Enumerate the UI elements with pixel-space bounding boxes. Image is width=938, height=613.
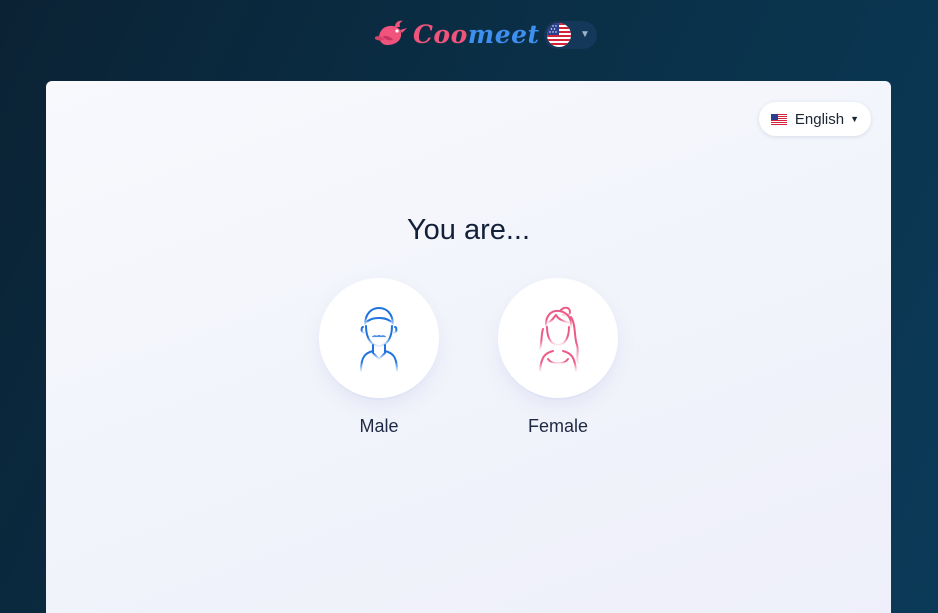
female-avatar-button[interactable] — [498, 278, 618, 398]
brand-name-part1: Coo — [413, 19, 468, 49]
brand-name-part2: meet — [467, 19, 540, 49]
male-option[interactable]: Male — [318, 278, 440, 437]
male-avatar-icon — [360, 307, 398, 372]
page-title: You are... — [406, 214, 531, 246]
bird-logo-icon — [375, 20, 407, 45]
female-label: Female — [527, 416, 589, 436]
brand-name: Coomeet — [413, 22, 540, 47]
top-bar: Coomeet ▼ — [0, 0, 938, 70]
chevron-down-icon: ▼ — [850, 114, 859, 124]
gender-selection-card: English ▼ You are... Male Female — [46, 81, 891, 613]
female-option[interactable]: Female — [497, 278, 619, 437]
language-label: English — [794, 110, 845, 128]
us-flag-icon — [770, 113, 787, 125]
us-flag-icon — [547, 23, 571, 47]
language-selector[interactable]: English ▼ — [758, 102, 871, 136]
header-language-selector[interactable]: ▼ — [544, 21, 597, 49]
male-avatar-button[interactable] — [319, 278, 439, 398]
brand-logo[interactable]: Coomeet — [373, 17, 540, 51]
male-label: Male — [359, 416, 399, 436]
chevron-down-icon: ▼ — [580, 29, 590, 40]
female-avatar-icon — [539, 306, 579, 372]
